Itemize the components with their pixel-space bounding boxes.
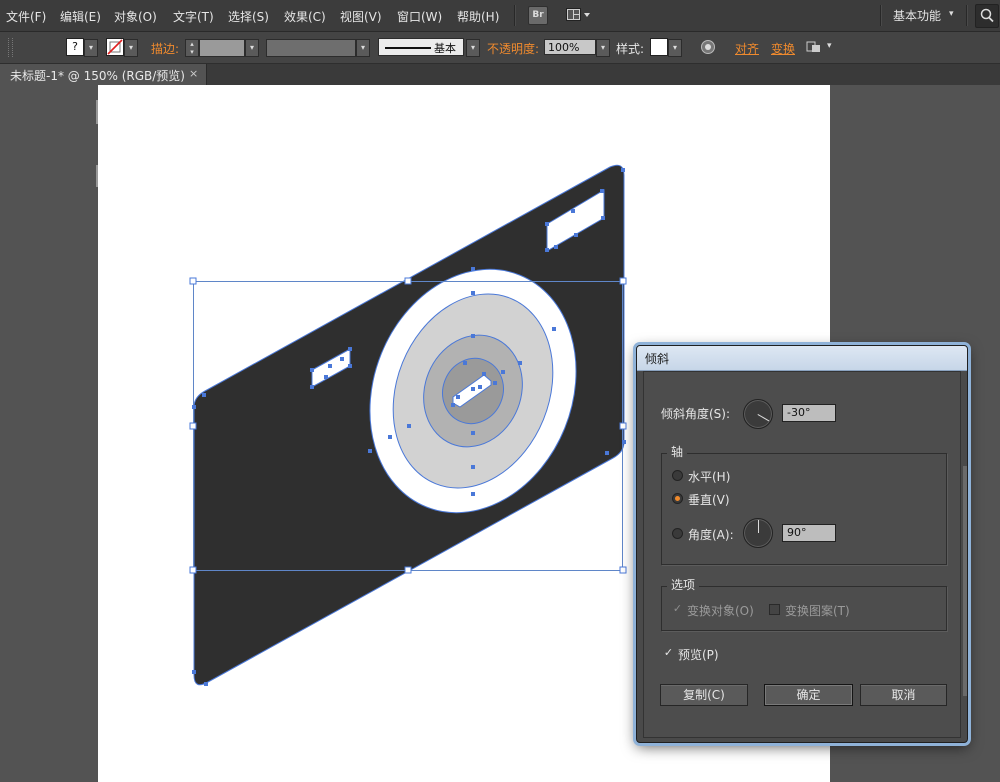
workspace-switcher[interactable]: 基本功能 <box>893 7 941 24</box>
panel-grip[interactable] <box>8 38 13 57</box>
document-tab-bar: 未标题-1* @ 150% (RGB/预览) × <box>0 64 1000 85</box>
preview-label[interactable]: 预览(P) <box>678 646 719 663</box>
transform-patterns-label: 变换图案(T) <box>785 604 850 618</box>
opacity-dropdown[interactable]: ▾ <box>596 39 610 57</box>
menu-object[interactable]: 对象(O) <box>114 8 157 25</box>
opacity-field[interactable]: 100% <box>544 39 596 55</box>
menu-separator <box>514 5 516 26</box>
axis-horizontal-label[interactable]: 水平(H) <box>688 468 730 485</box>
axis-horizontal-radio[interactable] <box>672 470 683 481</box>
shear-angle-dial[interactable] <box>743 399 773 429</box>
style-label: 样式: <box>616 42 645 56</box>
bridge-button[interactable]: Br <box>528 6 548 25</box>
isolate-icon[interactable] <box>806 40 822 54</box>
menu-window[interactable]: 窗口(W) <box>397 8 442 25</box>
cancel-button[interactable]: 取消 <box>860 684 947 706</box>
axis-angle-label[interactable]: 角度(A): <box>688 526 734 543</box>
tab-document-title: 未标题-1* @ 150% (RGB/预览) <box>10 69 185 83</box>
dial-needle <box>758 520 759 533</box>
stroke-weight-stepper[interactable]: ▴ ▾ <box>185 39 199 57</box>
align-link[interactable]: 对齐 <box>735 40 759 57</box>
close-icon[interactable]: × <box>189 67 198 80</box>
menu-type[interactable]: 文字(T) <box>173 8 214 25</box>
opacity-label[interactable]: 不透明度: <box>487 40 539 57</box>
dial-needle <box>757 414 770 422</box>
axis-vertical-radio[interactable] <box>672 493 683 504</box>
axis-vertical-label[interactable]: 垂直(V) <box>688 491 730 508</box>
graphic-style-swatch[interactable] <box>650 38 668 56</box>
axis-angle-radio[interactable] <box>672 528 683 539</box>
brush-definition[interactable]: 基本 <box>378 38 464 56</box>
axis-angle-input[interactable]: 90° <box>782 524 836 542</box>
axis-group-title: 轴 <box>667 443 688 460</box>
scrollbar[interactable] <box>963 466 967 696</box>
panel-menu-chevron-icon[interactable]: ▾ <box>827 41 832 51</box>
stroke-weight-dropdown[interactable]: ▾ <box>245 39 259 57</box>
stroke-label[interactable]: 描边: <box>151 40 179 57</box>
dialog-body: 倾斜角度(S): -30° 轴 水平(H) 垂直(V) 角度(A): 90° 选… <box>643 371 961 738</box>
menu-edit[interactable]: 编辑(E) <box>60 8 101 25</box>
transform-patterns-checkbox[interactable] <box>769 604 780 615</box>
search-icon <box>980 8 994 23</box>
variable-width-profile[interactable] <box>266 39 356 57</box>
brush-definition-dropdown[interactable]: ▾ <box>466 39 480 57</box>
recolor-artwork-icon[interactable] <box>700 39 716 55</box>
preview-checkbox[interactable]: ✓ <box>663 647 674 659</box>
stroke-dropdown[interactable]: ▾ <box>124 39 138 57</box>
chevron-down-icon[interactable]: ▾ <box>949 9 954 19</box>
fill-swatch[interactable]: ? <box>66 38 84 56</box>
menu-help[interactable]: 帮助(H) <box>457 8 499 25</box>
options-group-title: 选项 <box>667 576 700 593</box>
no-stroke-icon <box>107 39 123 55</box>
menu-file[interactable]: 文件(F) <box>6 8 46 25</box>
ok-button[interactable]: 确定 <box>764 684 853 706</box>
menu-separator <box>966 5 968 26</box>
menu-select[interactable]: 选择(S) <box>228 8 269 25</box>
tab-document[interactable]: 未标题-1* @ 150% (RGB/预览) × <box>0 64 207 85</box>
stroke-swatch[interactable] <box>106 38 124 56</box>
copy-button[interactable]: 复制(C) <box>660 684 748 706</box>
fill-dropdown[interactable]: ▾ <box>84 39 98 57</box>
graphic-style-dropdown[interactable]: ▾ <box>668 39 682 57</box>
transform-objects-label: 变换对象(O) <box>687 604 754 618</box>
menu-bar: 文件(F) 编辑(E) 对象(O) 文字(T) 选择(S) 效果(C) 视图(V… <box>0 0 1000 32</box>
stroke-preview-line <box>385 47 431 49</box>
shear-angle-label: 倾斜角度(S): <box>661 407 731 421</box>
brush-definition-label: 基本 <box>434 42 456 55</box>
arrange-documents-icon[interactable] <box>566 7 592 23</box>
variable-width-dropdown[interactable]: ▾ <box>356 39 370 57</box>
shear-angle-input[interactable]: -30° <box>782 404 836 422</box>
menu-separator <box>880 5 882 26</box>
dialog-title: 倾斜 <box>645 352 670 366</box>
transform-objects-checkbox[interactable]: ✓ <box>672 603 683 615</box>
transform-link[interactable]: 变换 <box>771 40 795 57</box>
menu-view[interactable]: 视图(V) <box>340 8 382 25</box>
axis-angle-dial[interactable] <box>743 518 773 548</box>
dialog-titlebar[interactable]: 倾斜 <box>637 346 967 371</box>
search-button[interactable] <box>975 4 999 28</box>
shear-dialog[interactable]: 倾斜 倾斜角度(S): -30° 轴 水平(H) 垂直(V) 角度(A): 90… <box>636 345 968 743</box>
menu-effect[interactable]: 效果(C) <box>284 8 326 25</box>
stroke-weight-field[interactable] <box>199 39 245 57</box>
control-bar: ? ▾ ▾ 描边: ▴ ▾ ▾ ▾ 基本 ▾ 不透明度: 100% ▾ 样式: ▾… <box>0 32 1000 64</box>
